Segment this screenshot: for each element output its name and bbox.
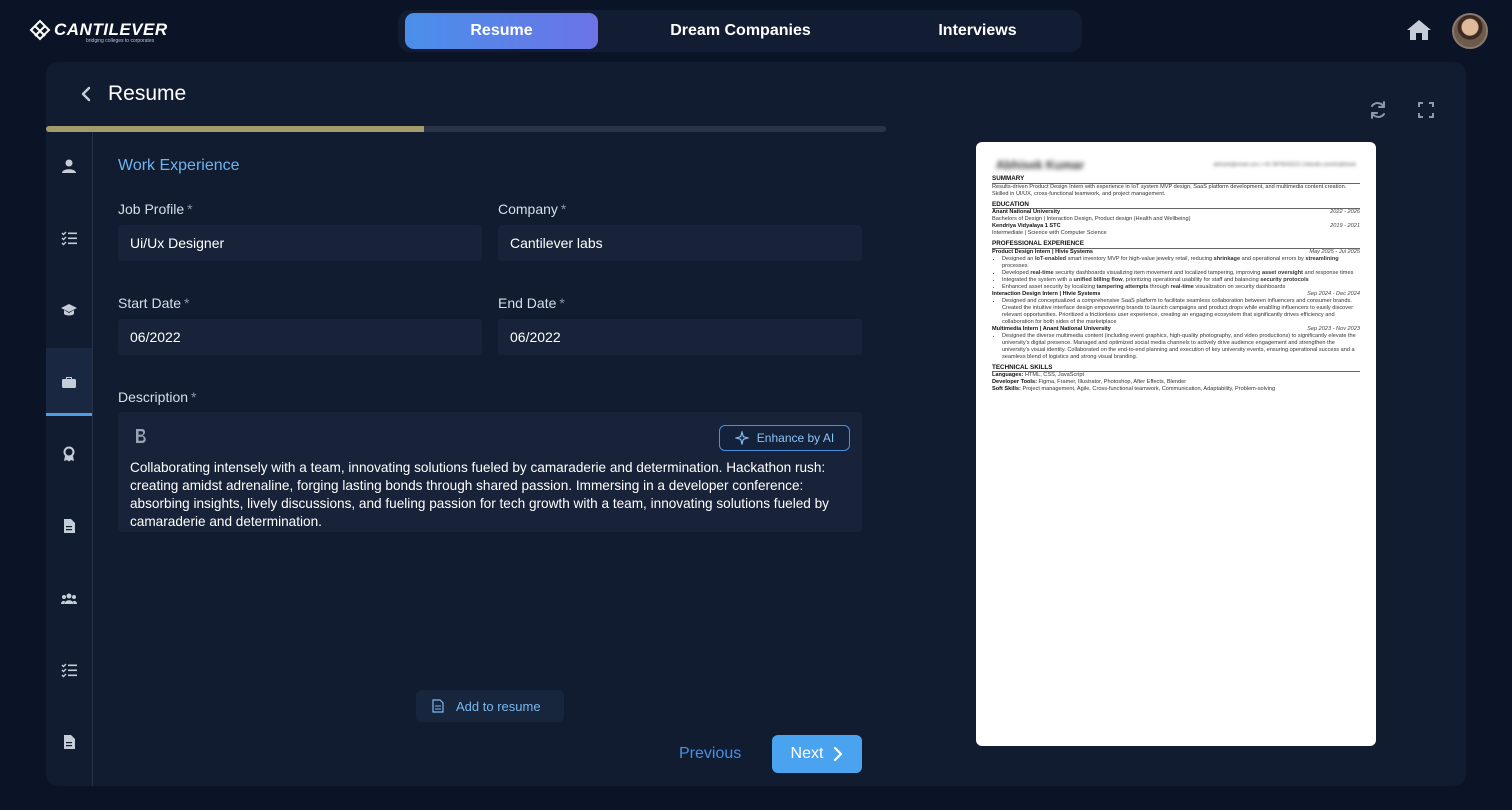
preview-job-bullets: Designed an IoT-enabled smart inventory …	[992, 256, 1360, 291]
resume-panel: Resume Work Experience Job Profile * Ui/…	[46, 62, 1466, 786]
preview-name: Abhisek Kumar	[996, 158, 1085, 172]
document-icon	[64, 519, 75, 533]
previous-button[interactable]: Previous	[679, 745, 741, 763]
company-input[interactable]: Cantilever labs	[498, 225, 862, 261]
rail-item-certifications[interactable]	[46, 420, 92, 488]
enhance-by-ai-button[interactable]: Enhance by AI	[719, 425, 850, 451]
progress-fill	[46, 126, 424, 132]
back-chevron-icon[interactable]	[78, 84, 94, 104]
preview-edu-row: Kendriya Vidyalaya 1 STC 2019 - 2021	[992, 223, 1360, 229]
preview-contact: abhisek@email.com | +91 9876543210 | lin…	[1213, 162, 1356, 168]
brand-logo[interactable]: CANTILEVER bridging colleges to corporat…	[28, 16, 168, 46]
bold-icon[interactable]	[134, 428, 148, 444]
rail-item-skills[interactable]	[46, 636, 92, 704]
rail-item-work-experience[interactable]	[46, 348, 92, 416]
checklist-icon	[61, 663, 77, 678]
refresh-icon[interactable]	[1368, 100, 1388, 120]
preview-skill-line: Languages: HTML, CSS, JavaScript	[992, 372, 1085, 378]
rail-item-personal[interactable]	[46, 132, 92, 200]
brand-tagline: bridging colleges to corporates	[86, 38, 155, 44]
briefcase-icon	[62, 377, 76, 388]
checklist-icon	[61, 231, 77, 246]
description-text: Collaborating intensely with a team, inn…	[130, 460, 829, 529]
preview-skills-title: TECHNICAL SKILLS	[992, 364, 1360, 372]
sparkle-icon	[734, 431, 749, 445]
description-label: Description *	[118, 389, 197, 405]
rail-item-references[interactable]	[46, 564, 92, 632]
company-label: Company *	[498, 201, 567, 217]
user-icon	[62, 159, 76, 173]
fullscreen-icon[interactable]	[1418, 102, 1434, 118]
preview-edu-row: Anant National University 2022 - 2026	[992, 209, 1360, 215]
tab-interviews[interactable]: Interviews	[881, 13, 1074, 49]
document-icon	[432, 699, 444, 713]
preview-summary-title: SUMMARY	[992, 175, 1360, 184]
team-icon	[61, 593, 77, 604]
preview-skill-line: Developer Tools: Figma, Framer, Illustra…	[992, 379, 1187, 385]
graduation-cap-icon	[61, 304, 77, 316]
preview-job-row: Interaction Design Intern | Hivie System…	[992, 290, 1360, 297]
job-profile-label: Job Profile *	[118, 201, 193, 217]
preview-summary: Results-driven Product Design Intern wit…	[992, 183, 1347, 197]
document-icon	[64, 735, 75, 749]
enhance-label: Enhance by AI	[756, 431, 835, 445]
section-rail	[46, 132, 93, 786]
next-label: Next	[790, 745, 824, 762]
tab-dream-companies[interactable]: Dream Companies	[644, 13, 837, 49]
user-avatar[interactable]	[1452, 13, 1488, 49]
preview-skill-line: Soft Skills: Project management, Agile, …	[992, 386, 1276, 392]
rail-item-projects[interactable]	[46, 492, 92, 560]
rail-item-summary[interactable]	[46, 204, 92, 272]
end-date-input[interactable]: 06/2022	[498, 319, 862, 355]
preview-job-bullets: Designed and conceptualized a comprehens…	[992, 298, 1360, 326]
next-button[interactable]: Next	[772, 735, 862, 773]
top-navigation: Resume Dream Companies Interviews	[398, 10, 1082, 52]
rail-item-education[interactable]	[46, 276, 92, 344]
brand-name: CANTILEVER	[54, 20, 168, 39]
end-date-label: End Date *	[498, 295, 565, 311]
preview-job-row: Multimedia Intern | Anant National Unive…	[992, 325, 1360, 332]
logo-mark-icon	[29, 19, 51, 41]
start-date-input[interactable]: 06/2022	[118, 319, 482, 355]
start-date-label: Start Date *	[118, 295, 190, 311]
job-profile-input[interactable]: Ui/Ux Designer	[118, 225, 482, 261]
rail-item-finalize[interactable]	[46, 708, 92, 776]
preview-experience-title: PROFESSIONAL EXPERIENCE	[992, 240, 1360, 249]
award-icon	[63, 446, 75, 462]
section-title: Work Experience	[118, 157, 240, 174]
add-to-resume-label: Add to resume	[456, 698, 541, 714]
page-title: Resume	[108, 82, 187, 105]
preview-job-bullets: Designed the diverse multimedia content …	[992, 333, 1360, 361]
tab-resume[interactable]: Resume	[405, 13, 598, 49]
add-to-resume-button[interactable]: Add to resume	[416, 690, 564, 722]
resume-preview[interactable]: Abhisek Kumar abhisek@email.com | +91 98…	[976, 142, 1376, 746]
progress-bar	[46, 126, 886, 132]
home-icon[interactable]	[1406, 18, 1432, 42]
chevron-right-icon	[834, 747, 843, 761]
preview-education-title: EDUCATION	[992, 201, 1360, 209]
preview-edu-detail: Intermediate | Science with Computer Sci…	[992, 230, 1107, 236]
preview-job-row: Product Design Intern | Hivie Systems May…	[992, 248, 1360, 255]
preview-edu-detail: Bachelors of Design | Interaction Design…	[992, 216, 1191, 222]
description-editor[interactable]: Enhance by AI Collaborating intensely wi…	[118, 412, 862, 532]
